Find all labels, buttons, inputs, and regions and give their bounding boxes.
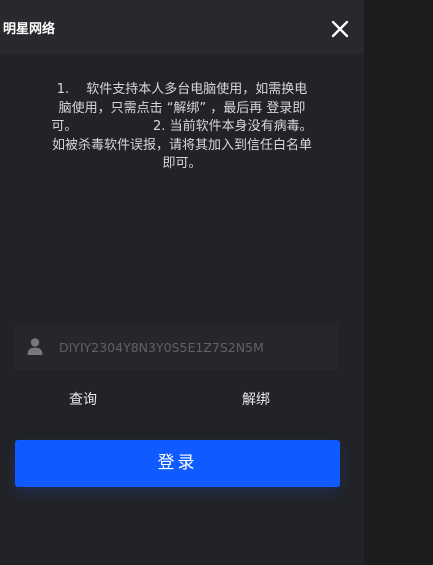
background-area bbox=[364, 0, 433, 565]
window-title: 明星网络 bbox=[3, 22, 56, 37]
license-field[interactable] bbox=[15, 324, 339, 370]
query-link[interactable]: 查询 bbox=[69, 390, 97, 410]
title-bar: 明星网络 bbox=[0, 0, 364, 54]
user-icon bbox=[27, 338, 43, 355]
notice-text: 1. 软件支持本人多台电脑使用，如需换电 脑使用，只需点击 “解绑” ，最后再 … bbox=[51, 82, 313, 171]
license-input[interactable] bbox=[59, 324, 331, 370]
unbind-link[interactable]: 解绑 bbox=[242, 390, 270, 410]
close-icon bbox=[331, 20, 349, 38]
login-window: 明星网络 1. 软件支持本人多台电脑使用，如需换电 脑使用，只需点击 “解绑” … bbox=[0, 0, 364, 565]
close-button[interactable] bbox=[328, 17, 352, 41]
login-button[interactable]: 登录 bbox=[15, 440, 340, 487]
